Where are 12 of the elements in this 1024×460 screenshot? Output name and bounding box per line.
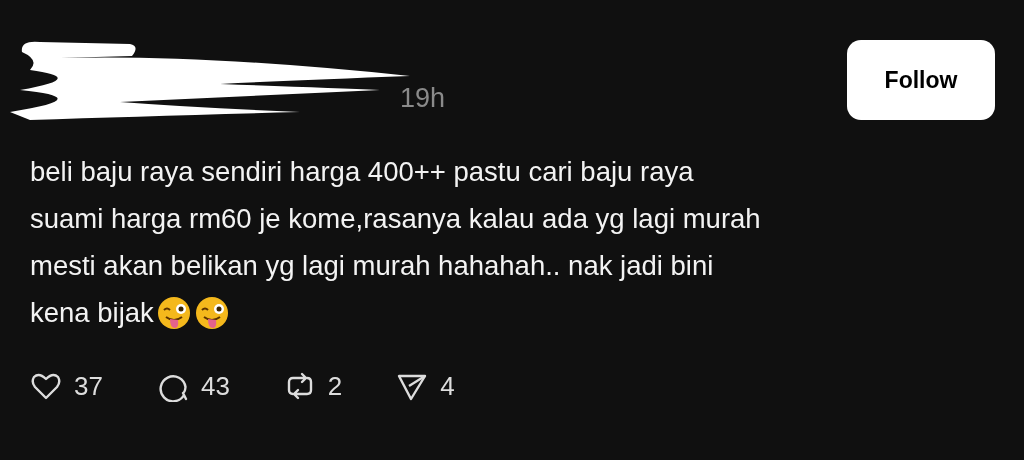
post-text-line: suami harga rm60 je kome,rasanya kalau ada yg lagi murah xyxy=(30,202,761,236)
action-count: 37 xyxy=(74,370,103,402)
post-time: 19h xyxy=(400,83,446,114)
post-text-line: beli baju raya sendiri harga 400++ pastu cari baju raya xyxy=(30,155,694,189)
post-text-line: mesti akan belikan yg lagi murah hahahah.. nak jadi bini xyxy=(30,249,714,283)
follow-button[interactable]: Follow xyxy=(847,40,995,120)
action-count: 43 xyxy=(200,370,230,402)
action-count: 2 xyxy=(327,370,343,402)
post-text-line: kena bijak xyxy=(30,296,154,330)
winking-face-icon xyxy=(193,294,230,331)
action-count: 4 xyxy=(440,370,455,402)
winking-face-icon xyxy=(155,294,192,331)
